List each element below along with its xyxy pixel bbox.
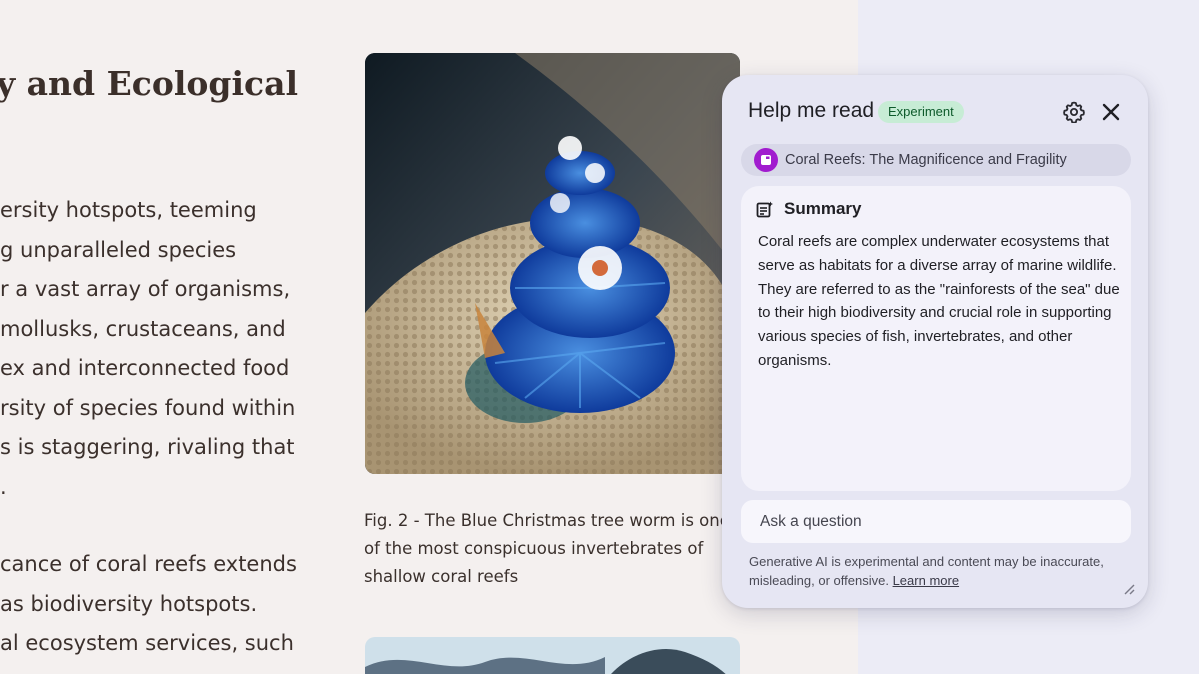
ai-disclaimer: Generative AI is experimental and conten…: [749, 552, 1129, 590]
paragraph-line: cance of coral reefs extends: [0, 552, 297, 576]
ask-question-input[interactable]: [741, 500, 1131, 543]
figure-caption: Fig. 2 - The Blue Christmas tree worm is…: [364, 511, 730, 586]
summary-card: Summary Coral reefs are complex underwat…: [741, 186, 1131, 491]
close-icon: [1102, 103, 1120, 121]
article-heading: y and Ecological: [0, 64, 299, 103]
paragraph-line: mollusks, crustaceans, and: [0, 316, 286, 341]
summary-title: Summary: [784, 199, 862, 218]
paragraph-line: rsity of species found within: [0, 395, 296, 420]
paragraph-line: al ecosystem services, such: [0, 631, 294, 655]
panel-title: Help me read: [748, 99, 875, 122]
close-button[interactable]: [1098, 99, 1124, 125]
summary-icon: [756, 201, 773, 218]
paragraph-line: .: [0, 474, 7, 499]
experiment-badge: Experiment: [878, 101, 964, 123]
help-me-read-panel: Help me read Experiment Coral Reefs: The…: [722, 75, 1148, 608]
gear-icon: [1063, 101, 1085, 123]
coral-reef-photo: [365, 637, 740, 674]
paragraph-line: r a vast array of organisms,: [0, 277, 291, 301]
resize-handle-icon[interactable]: [1123, 583, 1135, 595]
paragraph-line: as biodiversity hotspots.: [0, 591, 258, 616]
source-title: Coral Reefs: The Magnificence and Fragil…: [785, 152, 1067, 168]
learn-more-link[interactable]: Learn more: [893, 573, 959, 588]
article-paragraph-2: cance of coral reefs extends as biodiver…: [0, 545, 297, 664]
paragraph-line: s is staggering, rivaling that: [0, 435, 295, 459]
paragraph-line: ex and interconnected food: [0, 356, 290, 380]
document-icon: [754, 148, 778, 172]
summary-text: Coral reefs are complex underwater ecosy…: [758, 233, 1120, 369]
article-paragraph-1: ersity hotspots, teeming g unparalleled …: [0, 191, 295, 507]
paragraph-line: g unparalleled species: [0, 237, 237, 262]
settings-button[interactable]: [1061, 99, 1087, 125]
paragraph-line: ersity hotspots, teeming: [0, 198, 257, 222]
christmas-tree-worm-photo: [365, 53, 740, 474]
source-chip[interactable]: Coral Reefs: The Magnificence and Fragil…: [741, 144, 1131, 176]
